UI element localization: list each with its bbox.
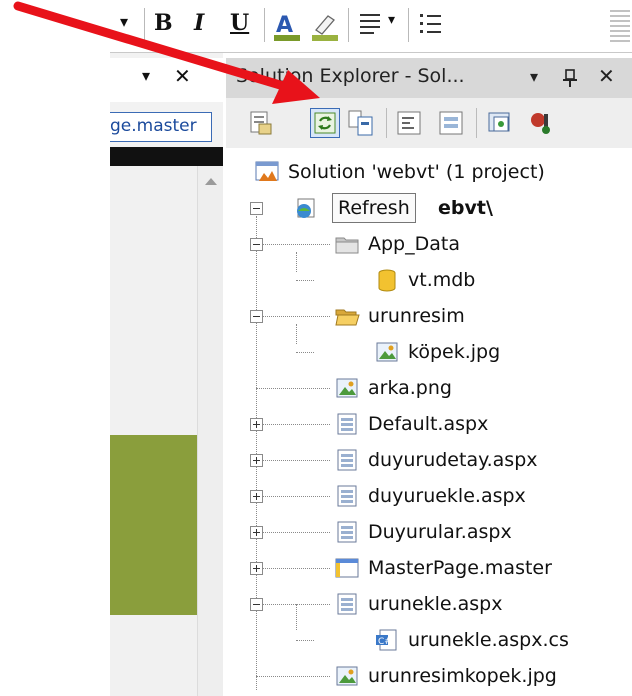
collapse-icon[interactable] bbox=[250, 598, 263, 611]
tree-item-arka-png[interactable]: arka.png bbox=[334, 370, 452, 406]
tree-item-kopek-jpg[interactable]: köpek.jpg bbox=[374, 334, 500, 370]
design-surface[interactable] bbox=[110, 166, 197, 696]
expand-icon[interactable] bbox=[250, 526, 263, 539]
tree-item-label: urunresimkopek.jpg bbox=[368, 665, 557, 687]
annotation-arrow bbox=[13, 1, 320, 104]
tree-item-urunresimkopek-jpg[interactable]: urunresimkopek.jpg bbox=[334, 658, 557, 694]
tree-item-label: urunekle.aspx bbox=[368, 593, 503, 615]
tree-connector bbox=[256, 532, 330, 533]
tree-item-label: arka.png bbox=[368, 377, 452, 399]
toolbar-separator bbox=[386, 108, 387, 138]
toolbar-separator bbox=[476, 108, 477, 138]
close-icon[interactable]: ✕ bbox=[598, 64, 615, 88]
tree-item-duyurular-aspx[interactable]: Duyurular.aspx bbox=[334, 514, 512, 550]
tree-connector bbox=[256, 388, 330, 389]
copy-website-icon[interactable] bbox=[526, 108, 556, 138]
svg-text:C#: C# bbox=[378, 637, 392, 647]
tree-item-urunekle-aspx[interactable]: urunekle.aspx bbox=[334, 586, 502, 622]
design-surface-block bbox=[110, 435, 197, 615]
folder-open-icon bbox=[335, 309, 360, 326]
tree-item-label: duyuruekle.aspx bbox=[368, 485, 526, 507]
tree-item-solution[interactable]: Solution 'webvt' (1 project) bbox=[254, 154, 545, 190]
webform-icon bbox=[337, 413, 357, 435]
website-icon bbox=[297, 198, 315, 218]
tree-item-urunresim[interactable]: urunresim bbox=[334, 298, 465, 334]
nest-related-files-icon[interactable] bbox=[486, 108, 516, 138]
scroll-up-icon[interactable] bbox=[204, 176, 218, 186]
tree-connector bbox=[256, 316, 330, 317]
expand-icon[interactable] bbox=[250, 418, 263, 431]
collapse-icon[interactable] bbox=[250, 310, 263, 323]
tree-connector bbox=[296, 280, 314, 281]
view-designer-icon[interactable] bbox=[436, 108, 466, 138]
webform-icon bbox=[337, 485, 357, 507]
tree-item-label: ebvt\ bbox=[438, 197, 493, 219]
tree-item-label: vt.mdb bbox=[408, 269, 476, 291]
show-all-files-icon[interactable] bbox=[346, 108, 376, 138]
view-code-icon[interactable] bbox=[394, 108, 424, 138]
expand-icon[interactable] bbox=[250, 562, 263, 575]
toolbar-separator bbox=[348, 8, 349, 42]
tree-item-label: App_Data bbox=[368, 233, 460, 255]
tree-connector bbox=[256, 424, 330, 425]
solution-tree: Solution 'webvt' (1 project) ebvt\ App_Dat… bbox=[226, 148, 632, 696]
webform-icon bbox=[337, 593, 357, 615]
image-icon bbox=[336, 378, 358, 398]
tree-item-duyuruekle-aspx[interactable]: duyuruekle.aspx bbox=[334, 478, 526, 514]
tree-item-label: urunekle.aspx.cs bbox=[408, 629, 569, 651]
vertical-scrollbar[interactable] bbox=[197, 166, 223, 696]
tree-connector bbox=[256, 496, 330, 497]
tree-connector bbox=[296, 604, 297, 630]
tree-item-label: MasterPage.master bbox=[368, 557, 552, 579]
tree-connector bbox=[256, 460, 330, 461]
tree-connector bbox=[296, 352, 314, 353]
tree-item-default-aspx[interactable]: Default.aspx bbox=[334, 406, 488, 442]
webform-icon bbox=[337, 449, 357, 471]
tree-item-label: urunresim bbox=[368, 305, 465, 327]
image-icon bbox=[376, 342, 398, 362]
solution-icon bbox=[255, 161, 279, 181]
expand-icon[interactable] bbox=[250, 490, 263, 503]
tree-connector bbox=[296, 252, 297, 272]
tree-item-app-data[interactable]: App_Data bbox=[334, 226, 460, 262]
expand-icon[interactable] bbox=[250, 454, 263, 467]
tree-connector bbox=[256, 216, 257, 690]
toolbar-separator bbox=[408, 8, 409, 42]
masterpage-icon bbox=[335, 558, 359, 578]
database-icon bbox=[378, 269, 396, 292]
tree-item-urunekle-aspx-cs[interactable]: C# urunekle.aspx.cs bbox=[374, 622, 569, 658]
collapse-icon[interactable] bbox=[250, 238, 263, 251]
folder-icon bbox=[335, 237, 359, 254]
tree-item-label: Duyurular.aspx bbox=[368, 521, 512, 543]
tree-item-label: duyurudetay.aspx bbox=[368, 449, 538, 471]
align-icon[interactable] bbox=[358, 10, 384, 40]
tree-connector bbox=[256, 244, 330, 245]
align-dropdown-icon[interactable]: ▾ bbox=[388, 12, 395, 28]
refresh-tooltip: Refresh bbox=[332, 193, 416, 223]
pin-icon[interactable] bbox=[562, 68, 578, 88]
tree-connector bbox=[256, 568, 330, 569]
webform-icon bbox=[337, 521, 357, 543]
tree-item-label: köpek.jpg bbox=[408, 341, 501, 363]
tree-item-vt-mdb[interactable]: vt.mdb bbox=[374, 262, 475, 298]
csharp-file-icon: C# bbox=[376, 629, 397, 651]
tree-item-label: Default.aspx bbox=[368, 413, 489, 435]
tree-item-masterpage-master[interactable]: MasterPage.master bbox=[334, 550, 552, 586]
editor-ruler bbox=[110, 147, 223, 166]
image-icon bbox=[336, 666, 358, 686]
collapse-icon[interactable] bbox=[250, 202, 263, 215]
tree-connector bbox=[296, 324, 297, 344]
bullet-list-icon[interactable] bbox=[418, 10, 444, 40]
tree-connector bbox=[296, 640, 314, 641]
tree-item-label: Solution 'webvt' (1 project) bbox=[288, 161, 545, 183]
toolbar-grip[interactable] bbox=[610, 10, 630, 44]
tree-item-duyurudetay-aspx[interactable]: duyurudetay.aspx bbox=[334, 442, 538, 478]
window-position-icon[interactable]: ▾ bbox=[530, 67, 538, 86]
tree-connector bbox=[256, 604, 330, 605]
tree-connector bbox=[256, 676, 330, 677]
